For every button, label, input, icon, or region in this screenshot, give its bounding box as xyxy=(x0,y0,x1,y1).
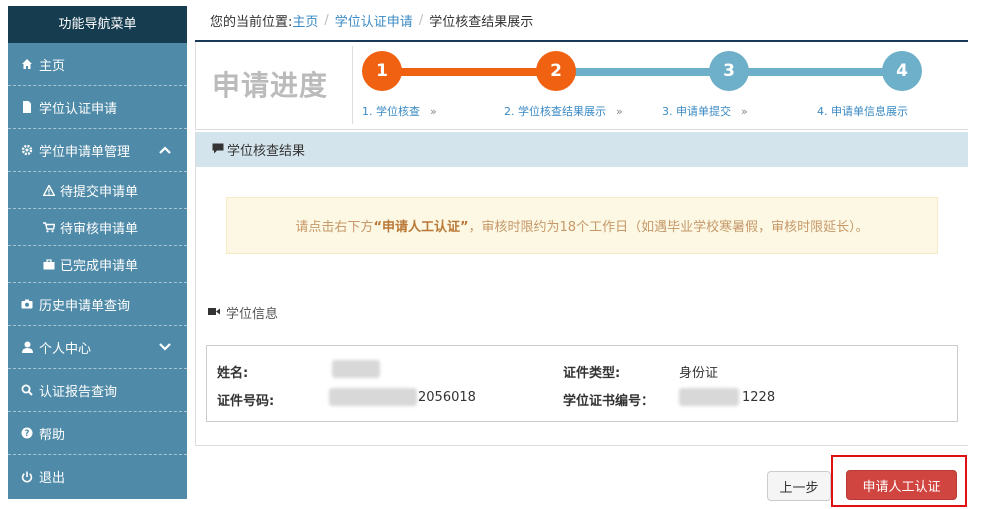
sidebar-subitem-pending-review[interactable]: 待审核申请单 xyxy=(8,209,187,246)
degree-info-title: 学位信息 xyxy=(208,303,278,322)
step-4-marker: 4 xyxy=(882,51,922,91)
name-value xyxy=(332,360,380,382)
breadcrumb-separator: / xyxy=(324,12,329,28)
sidebar: 功能导航菜单 主页 学位认证申请 学位申请单管理 待提交申请单 待审核申请单 已… xyxy=(8,6,187,499)
degree-info-box: 姓名: 证件类型: 身份证 证件号码: 2056018 学位证书编号： 1228 xyxy=(206,345,958,422)
step-2-text: 2. 学位核查结果展示 xyxy=(504,105,606,118)
breadcrumb-prefix: 您的当前位置: xyxy=(210,14,293,30)
section-header: 学位核查结果 xyxy=(195,132,968,167)
sidebar-item-label: 帮助 xyxy=(39,427,66,443)
notice-text-post: ，审核时限约为18个工作日（如遇毕业学校寒暑假，审核时限延长）。 xyxy=(468,220,869,235)
sidebar-item-degree-apply[interactable]: 学位认证申请 xyxy=(8,86,187,129)
breadcrumb-separator: / xyxy=(418,12,424,28)
step-1-marker: 1 xyxy=(362,51,402,91)
sidebar-item-history[interactable]: 历史申请单查询 xyxy=(8,283,187,326)
step-connector-2 xyxy=(556,68,729,76)
id-number-redacted xyxy=(329,388,417,410)
id-number-label: 证件号码: xyxy=(217,394,275,409)
id-type-value: 身份证 xyxy=(679,366,719,381)
id-number-value: 2056018 xyxy=(418,390,476,405)
step-2-label: 2. 学位核查结果展示 » xyxy=(504,103,623,119)
user-icon xyxy=(20,340,34,354)
step-arrow: » xyxy=(741,105,748,118)
step-connector-1 xyxy=(401,68,556,76)
gear-icon xyxy=(20,143,34,157)
cert-number-value: 1228 xyxy=(742,390,776,405)
sidebar-item-help[interactable]: ? 帮助 xyxy=(8,412,187,455)
sidebar-item-label: 认证报告查询 xyxy=(39,384,118,400)
sidebar-item-home[interactable]: 主页 xyxy=(8,43,187,86)
sidebar-subitem-completed[interactable]: 已完成申请单 xyxy=(8,246,187,283)
home-icon xyxy=(20,57,34,71)
step-4-label: 4. 申请单信息展示 xyxy=(817,103,908,119)
sidebar-title: 功能导航菜单 xyxy=(8,6,187,43)
redacted-block xyxy=(332,360,380,378)
sidebar-item-personal-center[interactable]: 个人中心 xyxy=(8,326,187,369)
sidebar-item-logout[interactable]: 退出 xyxy=(8,455,187,498)
warning-icon xyxy=(42,184,56,196)
comment-icon xyxy=(212,143,224,157)
divider xyxy=(352,46,353,124)
step-arrow: » xyxy=(616,105,623,118)
degree-info-label: 学位信息 xyxy=(226,307,279,322)
step-1-label: 1. 学位核查 » xyxy=(362,103,437,119)
chevron-up-icon xyxy=(159,143,171,157)
step-3-marker: 3 xyxy=(709,51,749,91)
question-icon: ? xyxy=(20,426,34,440)
notice-text-pre: 请点击右下方 xyxy=(295,220,374,235)
cert-number-label: 学位证书编号： xyxy=(563,394,655,409)
cart-icon xyxy=(42,221,56,233)
sidebar-item-label: 个人中心 xyxy=(39,341,92,357)
step-1-text: 1. 学位核查 xyxy=(362,105,420,118)
previous-step-button[interactable]: 上一步 xyxy=(767,471,831,501)
search-icon xyxy=(20,383,34,397)
result-content: 请点击右下方 “申请人工认证” ，审核时限约为18个工作日（如遇毕业学校寒暑假，审核… xyxy=(195,167,968,446)
sidebar-subitem-label: 待审核申请单 xyxy=(60,221,139,237)
sidebar-item-label: 退出 xyxy=(39,471,66,486)
sidebar-item-label: 历史申请单查询 xyxy=(39,298,131,314)
step-connector-3 xyxy=(729,68,902,76)
step-3-text: 3. 申请单提交 xyxy=(662,105,731,118)
breadcrumb-home-link[interactable]: 主页 xyxy=(292,11,318,30)
chevron-down-icon xyxy=(159,340,171,354)
divider xyxy=(195,445,968,446)
sidebar-subitem-label: 待提交申请单 xyxy=(60,184,139,200)
sidebar-subitem-pending-submit[interactable]: 待提交申请单 xyxy=(8,172,187,209)
video-icon xyxy=(208,306,220,319)
step-2-marker: 2 xyxy=(536,51,576,91)
progress-panel: 申请进度 1 2 3 4 1. 学位核查 » 2. 学位核查结果展示 » 3. 申请… xyxy=(195,42,968,130)
svg-text:?: ? xyxy=(25,429,30,439)
sidebar-item-report-query[interactable]: 认证报告查询 xyxy=(8,369,187,412)
breadcrumb-current: 学位核查结果展示 xyxy=(429,14,534,30)
step-4-text: 4. 申请单信息展示 xyxy=(817,105,908,118)
sidebar-item-label: 学位认证申请 xyxy=(39,101,118,117)
breadcrumb-degree-apply-link[interactable]: 学位认证申请 xyxy=(335,11,413,30)
sidebar-item-apply-manage[interactable]: 学位申请单管理 xyxy=(8,129,187,172)
section-title: 学位核查结果 xyxy=(227,144,306,159)
redacted-block xyxy=(329,388,417,406)
breadcrumb: 您的当前位置: 主页 / 学位认证申请 / 学位核查结果展示 xyxy=(195,0,968,42)
briefcase-icon xyxy=(42,258,56,270)
redacted-block xyxy=(679,388,739,406)
power-icon xyxy=(20,470,34,484)
step-arrow: » xyxy=(430,105,437,118)
name-label: 姓名: xyxy=(217,366,249,381)
apply-manual-verification-button[interactable]: 申请人工认证 xyxy=(846,470,957,500)
main-content: 您的当前位置: 主页 / 学位认证申请 / 学位核查结果展示 申请进度 1 2 … xyxy=(195,0,968,509)
camera-icon xyxy=(20,297,34,311)
notice-box: 请点击右下方 “申请人工认证” ，审核时限约为18个工作日（如遇毕业学校寒暑假，审核… xyxy=(226,197,938,254)
notice-highlight: “申请人工认证” xyxy=(373,220,469,235)
step-3-label: 3. 申请单提交 » xyxy=(662,103,748,119)
file-icon xyxy=(20,100,34,114)
sidebar-subitem-label: 已完成申请单 xyxy=(60,258,139,274)
cert-number-redacted xyxy=(679,388,739,410)
sidebar-item-label: 主页 xyxy=(39,58,66,74)
progress-title: 申请进度 xyxy=(212,69,329,102)
sidebar-item-label: 学位申请单管理 xyxy=(39,144,131,160)
id-type-label: 证件类型: xyxy=(563,366,621,381)
